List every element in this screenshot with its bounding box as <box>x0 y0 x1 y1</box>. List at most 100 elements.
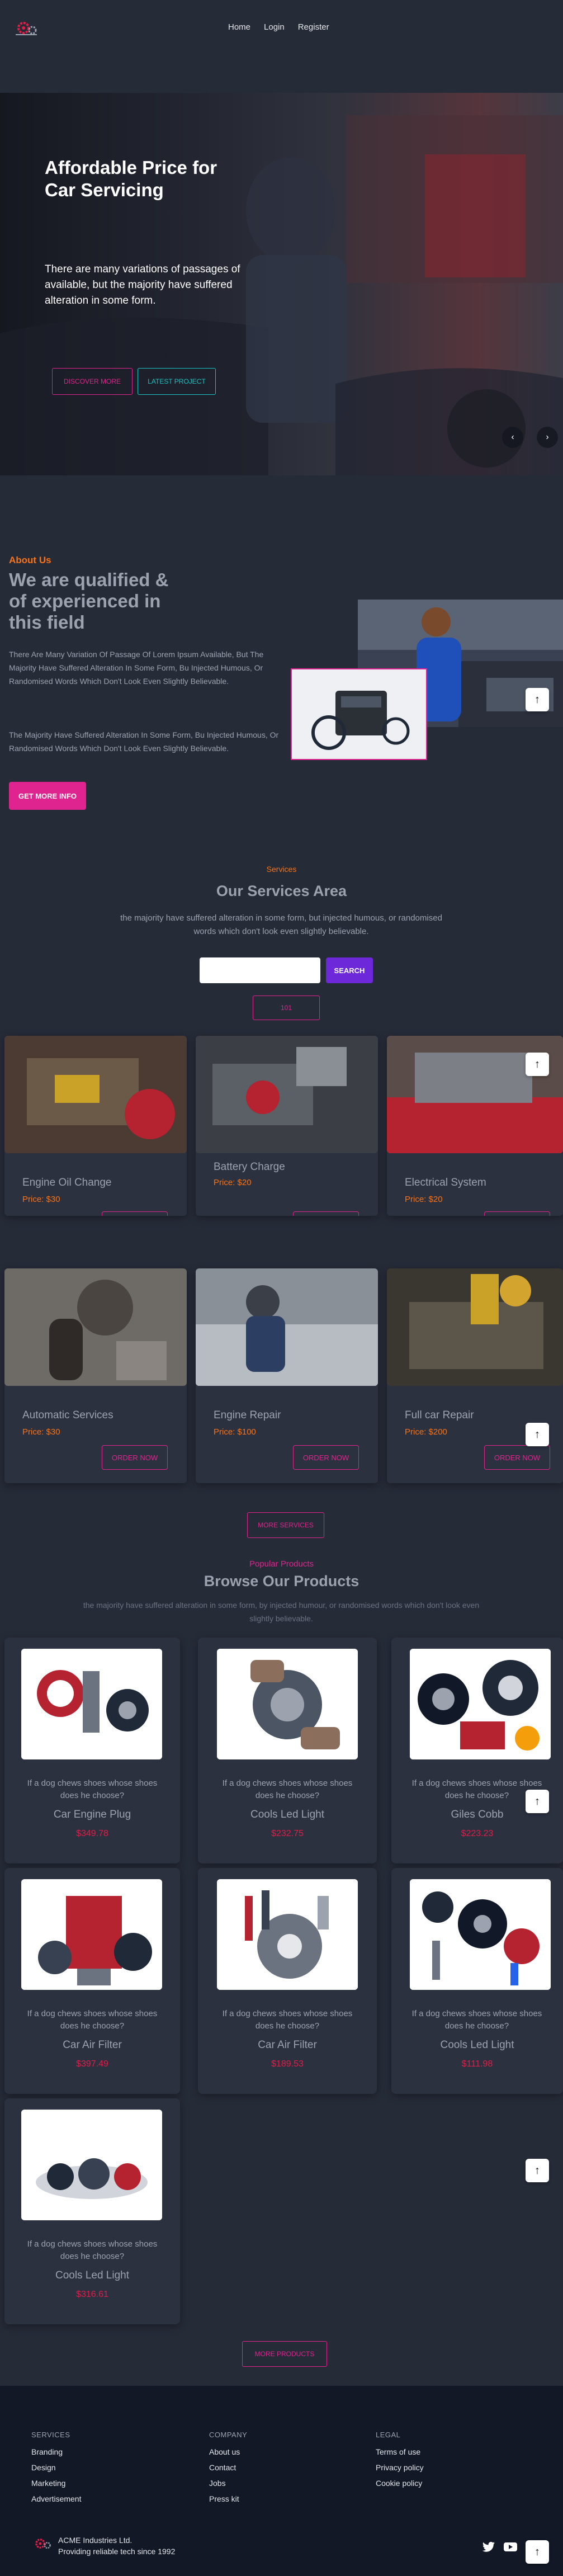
service-card: Engine Oil Change Price: $30 ORDER NOW <box>4 1036 187 1216</box>
get-more-info-button[interactable]: GET MORE INFO <box>9 782 86 810</box>
product-card: If a dog chews shoes whose shoes does he… <box>391 1868 563 2094</box>
product-description: If a dog chews shoes whose shoes does he… <box>27 1778 158 1800</box>
product-card: If a dog chews shoes whose shoes does he… <box>198 1868 377 2094</box>
service-image <box>387 1268 563 1386</box>
product-price: $189.53 <box>271 2059 304 2069</box>
footer-link-jobs[interactable]: Jobs <box>209 2479 226 2488</box>
gear-logo-icon <box>35 2539 51 2549</box>
arrow-up-icon[interactable]: ↑ <box>526 1053 549 1076</box>
order-now-button[interactable]: ORDER NOW <box>102 1445 168 1470</box>
hero-description: There are many variations of passages of… <box>45 263 240 306</box>
gear-logo-icon[interactable] <box>12 17 40 39</box>
price-value: $200 <box>428 1427 447 1437</box>
product-price: $111.98 <box>461 2059 493 2069</box>
price-value: $100 <box>237 1427 256 1437</box>
twitter-icon[interactable] <box>482 2541 495 2553</box>
product-image <box>21 2110 162 2220</box>
price-value: $30 <box>46 1427 60 1437</box>
about-title: We are qualified & of experienced in thi… <box>9 569 169 633</box>
search-input[interactable] <box>200 957 320 983</box>
product-price: $397.49 <box>76 2059 108 2069</box>
footer-company-heading: COMPANY <box>209 2431 248 2439</box>
product-card: If a dog chews shoes whose shoes does he… <box>4 1638 180 1863</box>
more-products-button[interactable]: MORE PRODUCTS <box>242 2341 327 2367</box>
arrow-up-icon[interactable]: ↑ <box>526 2159 549 2182</box>
footer-legal-heading: LEGAL <box>376 2431 401 2439</box>
price-value: $20 <box>428 1195 443 1204</box>
product-card: If a dog chews shoes whose shoes does he… <box>391 1638 563 1863</box>
footer-link-press-kit[interactable]: Press kit <box>209 2494 239 2503</box>
order-now-button[interactable]: ORDER NOW <box>293 1445 359 1470</box>
product-card: If a dog chews shoes whose shoes does he… <box>4 1868 180 2094</box>
youtube-icon[interactable] <box>503 2541 518 2553</box>
product-card: If a dog chews shoes whose shoes does he… <box>4 2098 180 2324</box>
services-label: Services <box>266 865 297 874</box>
service-image <box>196 1268 378 1386</box>
footer-link-privacy[interactable]: Privacy policy <box>376 2463 424 2472</box>
service-card: Full car Repair Price: $200 ORDER NOW <box>387 1268 563 1483</box>
product-description: If a dog chews shoes whose shoes does he… <box>27 2009 158 2031</box>
service-price: Price: $30 <box>22 1195 60 1204</box>
price-value: $30 <box>46 1195 60 1204</box>
nav-login-link[interactable]: Login <box>264 22 285 32</box>
product-image <box>217 1879 358 1990</box>
services-title: Our Services Area <box>216 883 347 899</box>
product-name: Cools Led Light <box>250 1809 325 1820</box>
footer-link-marketing[interactable]: Marketing <box>31 2479 65 2488</box>
footer-link-branding[interactable]: Branding <box>31 2447 63 2456</box>
price-prefix: Price: <box>214 1178 235 1187</box>
service-price: Price: $20 <box>405 1195 443 1204</box>
footer-link-about[interactable]: About us <box>209 2447 240 2456</box>
product-image <box>410 1879 551 1990</box>
service-image <box>4 1268 187 1386</box>
product-description: If a dog chews shoes whose shoes does he… <box>222 2009 353 2031</box>
product-card: If a dog chews shoes whose shoes does he… <box>198 1638 377 1863</box>
product-name: Cools Led Light <box>55 2270 130 2281</box>
service-name: Engine Oil Change <box>22 1177 112 1188</box>
chevron-left-icon[interactable]: ‹ <box>502 427 523 448</box>
products-subtitle: the majority have suffered alteration in… <box>83 1601 480 1623</box>
chevron-right-icon[interactable]: › <box>537 427 558 448</box>
nav-home-link[interactable]: Home <box>228 22 250 32</box>
latest-project-button[interactable]: LATEST PROJECT <box>138 368 216 395</box>
price-prefix: Price: <box>214 1427 235 1437</box>
product-image <box>21 1649 162 1759</box>
product-image <box>410 1649 551 1759</box>
footer-link-design[interactable]: Design <box>31 2463 56 2472</box>
hero-banner: Affordable Price for Car Servicing There… <box>0 93 563 475</box>
order-now-button[interactable]: ORDER NOW <box>484 1445 550 1470</box>
product-name: Cools Led Light <box>440 2039 514 2051</box>
footer-tagline: Providing reliable tech since 1992 <box>58 2547 176 2556</box>
product-name: Car Air Filter <box>63 2039 122 2051</box>
order-now-button[interactable]: ORDER NOW <box>293 1211 359 1216</box>
product-price: $316.61 <box>76 2290 108 2299</box>
discover-more-button[interactable]: DISCOVER MORE <box>52 368 133 395</box>
footer-link-contact[interactable]: Contact <box>209 2463 236 2472</box>
product-price: $232.75 <box>271 1829 304 1838</box>
search-button[interactable]: SEARCH <box>326 957 373 983</box>
service-card: Battery Charge Price: $20 ORDER NOW <box>196 1036 378 1216</box>
arrow-up-icon[interactable]: ↑ <box>526 688 549 711</box>
service-image <box>196 1036 378 1153</box>
arrow-up-icon[interactable]: ↑ <box>526 1790 549 1813</box>
about-label: About Us <box>9 555 51 565</box>
footer-link-cookie[interactable]: Cookie policy <box>376 2479 422 2488</box>
arrow-up-icon[interactable]: ↑ <box>526 1423 549 1446</box>
services-subtitle: the majority have suffered alteration in… <box>120 913 442 936</box>
product-name: Car Air Filter <box>258 2039 317 2051</box>
footer-link-advertisement[interactable]: Advertisement <box>31 2494 81 2503</box>
footer-link-terms[interactable]: Terms of use <box>376 2447 420 2456</box>
nav-register-link[interactable]: Register <box>298 22 329 32</box>
more-services-button[interactable]: MORE SERVICES <box>247 1512 324 1538</box>
service-price: Price: $100 <box>214 1427 256 1437</box>
top-navbar: Home Login Register <box>0 0 563 56</box>
price-prefix: Price: <box>405 1195 427 1204</box>
arrow-up-icon[interactable]: ↑ <box>526 2540 549 2564</box>
price-prefix: Price: <box>405 1427 427 1437</box>
services-count-button[interactable]: 101 <box>253 996 320 1020</box>
service-name: Automatic Services <box>22 1409 113 1421</box>
order-now-button[interactable]: ORDER NOW <box>484 1211 550 1216</box>
price-value: $20 <box>237 1178 252 1187</box>
order-now-button[interactable]: ORDER NOW <box>102 1211 168 1216</box>
service-price: Price: $20 <box>214 1178 252 1187</box>
